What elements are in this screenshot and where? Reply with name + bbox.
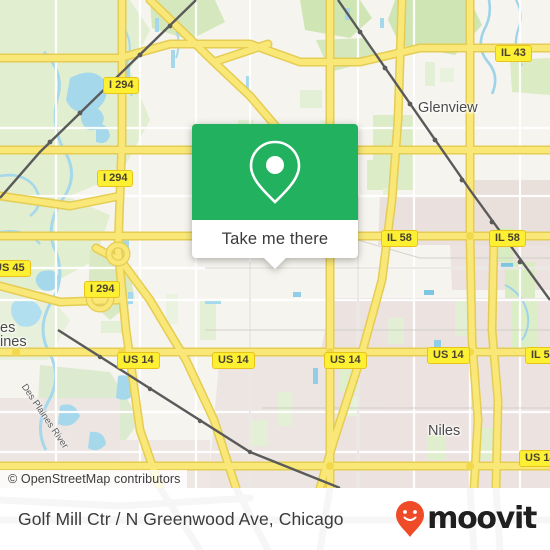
osm-attribution[interactable]: © OpenStreetMap contributors [0,470,187,488]
shield-il-43[interactable]: IL 43 [495,45,532,62]
shield-i-294-3[interactable]: I 294 [84,281,121,298]
shield-us-14-3[interactable]: US 14 [324,352,367,369]
map-screenshot: Glenview Niles es ines Des Plaines River… [0,0,550,550]
shield-i-294-1[interactable]: I 294 [103,77,140,94]
moovit-smiley-pin-icon [396,501,425,537]
shield-i-294-2[interactable]: I 294 [97,170,134,187]
moovit-wordmark: moovit [427,501,537,536]
footer-bar: Golf Mill Ctr / N Greenwood Ave, Chicago… [0,488,550,550]
shield-us-14-1[interactable]: US 14 [117,352,160,369]
location-callout[interactable]: Take me there [192,124,358,269]
city-label-niles: Niles [428,423,461,439]
footer-content-row: Golf Mill Ctr / N Greenwood Ave, Chicago… [0,488,550,550]
city-label-clipped-2: ines [0,334,27,350]
take-me-there-label: Take me there [221,229,329,248]
shield-us-14-2[interactable]: US 14 [212,352,255,369]
callout-tail [264,258,286,269]
shield-il-58-3[interactable]: IL 5 [525,347,550,364]
shield-us-14-5[interactable]: US 14 [519,450,550,467]
city-label-glenview: Glenview [418,100,478,116]
location-title: Golf Mill Ctr / N Greenwood Ave, Chicago [18,508,344,529]
moovit-brand[interactable]: moovit [395,500,537,538]
callout-action-panel[interactable]: Take me there [192,220,358,269]
map-canvas[interactable]: Glenview Niles es ines Des Plaines River… [0,0,550,488]
shield-us-14-4[interactable]: US 14 [427,347,470,364]
shield-us-45[interactable]: US 45 [0,260,31,277]
shield-il-58-1[interactable]: IL 58 [381,230,418,247]
callout-pin-panel [192,124,358,220]
map-pin-icon [249,140,301,204]
shield-il-58-2[interactable]: IL 58 [489,230,526,247]
